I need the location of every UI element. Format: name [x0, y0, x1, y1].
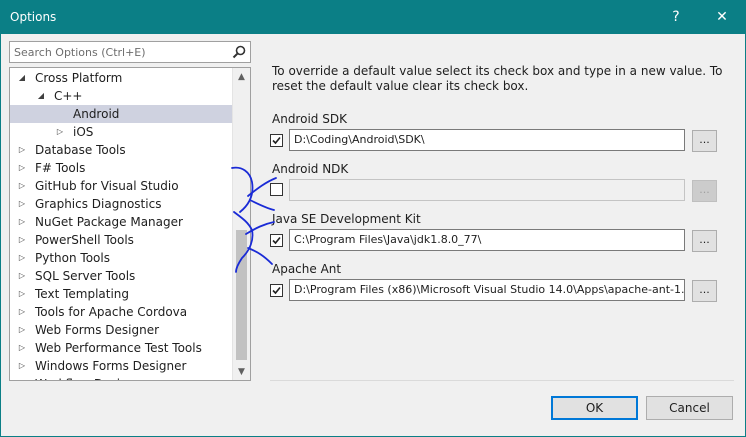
tree-item-label: C++ [54, 89, 83, 103]
android-sdk-browse-button[interactable]: ... [692, 130, 717, 152]
tree-item-tools-for-apache-cordova[interactable]: ▷ Tools for Apache Cordova [10, 303, 232, 321]
tree-item-github-for-visual-studio[interactable]: ▷ GitHub for Visual Studio [10, 177, 232, 195]
annotation-scribble [231, 166, 277, 273]
tree-item-c[interactable]: ◢ C++ [10, 87, 232, 105]
tree-item-label: Cross Platform [35, 71, 123, 85]
expanded-arrow-icon[interactable]: ◢ [16, 69, 28, 87]
tree-item-web-performance-test-tools[interactable]: ▷ Web Performance Test Tools [10, 339, 232, 357]
apache-ant-browse-button[interactable]: ... [692, 280, 717, 302]
collapsed-arrow-icon[interactable]: ▷ [16, 159, 28, 177]
android-sdk-label: Android SDK [272, 112, 347, 126]
android-ndk-path-input[interactable] [289, 179, 685, 201]
collapsed-arrow-icon[interactable]: ▷ [16, 375, 28, 380]
collapsed-arrow-icon[interactable]: ▷ [16, 213, 28, 231]
tree-item-windows-forms-designer[interactable]: ▷ Windows Forms Designer [10, 357, 232, 375]
tree-item-label: Tools for Apache Cordova [35, 305, 188, 319]
ok-button[interactable]: OK [551, 396, 638, 420]
tree-item-nuget-package-manager[interactable]: ▷ NuGet Package Manager [10, 213, 232, 231]
description-text: To override a default value select its c… [272, 64, 723, 93]
collapsed-arrow-icon[interactable]: ▷ [16, 357, 28, 375]
collapsed-arrow-icon[interactable]: ▷ [16, 285, 28, 303]
collapsed-arrow-icon[interactable]: ▷ [16, 249, 28, 267]
tree-item-label: GitHub for Visual Studio [35, 179, 179, 193]
tree-item-label: iOS [73, 125, 94, 139]
tree-item-label: Python Tools [35, 251, 110, 265]
tree-item-python-tools[interactable]: ▷ Python Tools [10, 249, 232, 267]
window-title: Options [10, 10, 57, 24]
scroll-down-icon[interactable]: ▼ [233, 363, 250, 380]
collapsed-arrow-icon[interactable]: ▷ [16, 177, 28, 195]
help-button[interactable]: ? [653, 0, 699, 34]
options-tree[interactable]: ◢ Cross Platform ◢ C++ Android ▷ iOS ▷ Database … [9, 67, 251, 381]
tree-item-cross-platform[interactable]: ◢ Cross Platform [10, 69, 232, 87]
tree-item-label: Android [73, 107, 120, 121]
tree-item-workflow-designer[interactable]: ▷ Workflow Designer [10, 375, 232, 380]
tree-item-sql-server-tools[interactable]: ▷ SQL Server Tools [10, 267, 232, 285]
collapsed-arrow-icon[interactable]: ▷ [16, 339, 28, 357]
tree-item-label: SQL Server Tools [35, 269, 136, 283]
android-sdk-checkbox[interactable] [270, 134, 283, 147]
apache-ant-checkbox[interactable] [270, 284, 283, 297]
collapsed-arrow-icon[interactable]: ▷ [16, 267, 28, 285]
collapsed-arrow-icon[interactable]: ▷ [16, 141, 28, 159]
tree-item-graphics-diagnostics[interactable]: ▷ Graphics Diagnostics [10, 195, 232, 213]
tree-item-label: Graphics Diagnostics [35, 197, 162, 211]
search-input[interactable] [10, 42, 230, 62]
checkmark-icon [272, 136, 281, 145]
tree-item-label: F# Tools [35, 161, 86, 175]
tree-item-label: NuGet Package Manager [35, 215, 183, 229]
search-icon[interactable] [231, 44, 247, 60]
collapsed-arrow-icon[interactable]: ▷ [16, 321, 28, 339]
collapsed-arrow-icon[interactable]: ▷ [16, 231, 28, 249]
tree-item-f-tools[interactable]: ▷ F# Tools [10, 159, 232, 177]
java-se-path-input[interactable]: C:\Program Files\Java\jdk1.8.0_77\ [289, 229, 685, 251]
tree-item-label: Workflow Designer [35, 375, 148, 380]
collapsed-arrow-icon[interactable]: ▷ [16, 195, 28, 213]
checkmark-icon [272, 286, 281, 295]
tree-item-label: Windows Forms Designer [35, 359, 187, 373]
tree-item-ios[interactable]: ▷ iOS [10, 123, 232, 141]
tree-item-label: PowerShell Tools [35, 233, 134, 247]
tree-item-label: Database Tools [35, 143, 126, 157]
android-sdk-path-input[interactable]: D:\Coding\Android\SDK\ [289, 129, 685, 151]
java-se-browse-button[interactable]: ... [692, 230, 717, 252]
close-button[interactable]: ✕ [699, 0, 745, 34]
tree-item-text-templating[interactable]: ▷ Text Templating [10, 285, 232, 303]
divider [270, 380, 734, 381]
tree-item-label: Web Forms Designer [35, 323, 160, 337]
cancel-button[interactable]: Cancel [646, 396, 733, 420]
android-ndk-browse-button[interactable]: ... [692, 180, 717, 202]
tree-item-android[interactable]: Android [10, 105, 232, 123]
tree-item-powershell-tools[interactable]: ▷ PowerShell Tools [10, 231, 232, 249]
search-box [9, 41, 251, 63]
apache-ant-path-input[interactable]: D:\Program Files (x86)\Microsoft Visual … [289, 279, 685, 301]
tree-item-label: Text Templating [35, 287, 130, 301]
collapsed-arrow-icon[interactable]: ▷ [54, 123, 66, 141]
tree-item-database-tools[interactable]: ▷ Database Tools [10, 141, 232, 159]
scroll-up-icon[interactable]: ▲ [233, 68, 250, 85]
collapsed-arrow-icon[interactable]: ▷ [16, 303, 28, 321]
tree-item-label: Web Performance Test Tools [35, 341, 202, 355]
expanded-arrow-icon[interactable]: ◢ [35, 87, 47, 105]
title-bar: Options ? ✕ [0, 0, 746, 34]
tree-item-web-forms-designer[interactable]: ▷ Web Forms Designer [10, 321, 232, 339]
